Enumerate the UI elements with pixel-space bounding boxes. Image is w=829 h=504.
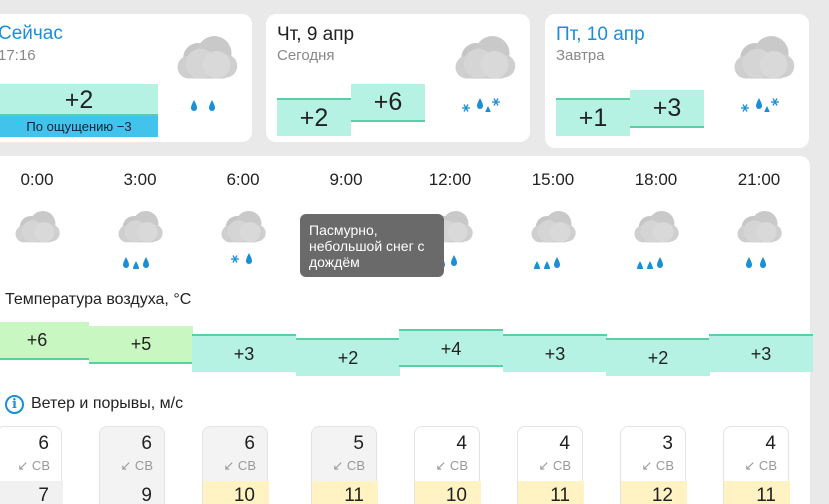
today-subtitle: Сегодня bbox=[277, 47, 335, 64]
wind-speed: 6 bbox=[141, 433, 152, 454]
wind-direction: ↙ СВ bbox=[538, 458, 571, 473]
today-temp-low: +2 bbox=[277, 98, 351, 136]
wind-column: 5 ↙ СВ 11 bbox=[311, 426, 378, 504]
wind-section-title: Ветер и порывы, м/с bbox=[31, 395, 184, 412]
tomorrow-temp-high: +3 bbox=[630, 90, 704, 128]
info-icon[interactable]: i bbox=[5, 395, 24, 414]
current-weather-card[interactable]: Сейчас 17:16 +2 По ощущению −3 bbox=[0, 14, 252, 142]
temp-bar-0: +6 bbox=[0, 322, 89, 360]
wind-direction: ↙ СВ bbox=[744, 458, 777, 473]
tomorrow-title[interactable]: Пт, 10 апр bbox=[556, 24, 645, 46]
wind-direction: ↙ СВ bbox=[641, 458, 674, 473]
now-temperature: +2 bbox=[0, 84, 158, 116]
weather-tooltip: Пасмурно, небольшой снег с дождём bbox=[300, 214, 444, 277]
wind-column: 4 ↙ СВ 11 bbox=[723, 426, 790, 504]
wind-gust: 7 bbox=[38, 485, 49, 504]
wind-column: 6 ↙ СВ 9 bbox=[99, 426, 165, 504]
wind-gust: 11 bbox=[756, 485, 776, 504]
wind-gust: 12 bbox=[651, 485, 673, 504]
cloud-rain-icon[interactable] bbox=[626, 205, 686, 272]
now-time: 17:16 bbox=[0, 47, 36, 64]
wind-gust: 11 bbox=[550, 485, 570, 504]
cloud-rain-icon[interactable] bbox=[729, 205, 789, 269]
temp-bar-5: +3 bbox=[503, 334, 607, 372]
temp-bar-2: +3 bbox=[192, 334, 296, 372]
cloud-snow-rain-icon[interactable] bbox=[213, 205, 273, 269]
temperature-section-title: Температура воздуха, °C bbox=[5, 291, 192, 308]
wind-column: 4 ↙ СВ 11 bbox=[517, 426, 584, 504]
wind-column: 6 ↙ СВ 10 bbox=[202, 426, 269, 504]
feels-like: По ощущению −3 bbox=[0, 116, 158, 137]
wind-column: 3 ↙ СВ 12 bbox=[620, 426, 687, 504]
wind-gust: 10 bbox=[233, 485, 255, 504]
wind-speed: 4 bbox=[559, 433, 570, 454]
cloud-rain-icon bbox=[164, 28, 244, 111]
wind-direction: ↙ СВ bbox=[435, 458, 468, 473]
cloud-rain-icon[interactable] bbox=[523, 205, 583, 272]
cloud-rain-icon[interactable] bbox=[110, 205, 170, 272]
tomorrow-temp-low: +1 bbox=[556, 98, 630, 136]
hour-label: 15:00 bbox=[531, 170, 575, 189]
wind-speed: 5 bbox=[353, 433, 364, 454]
wind-gust: 11 bbox=[344, 485, 364, 504]
temp-bar-7: +3 bbox=[709, 334, 813, 372]
wind-speed: 4 bbox=[765, 433, 776, 454]
wind-direction: ↙ СВ bbox=[332, 458, 365, 473]
today-temp-high: +6 bbox=[351, 84, 425, 122]
tomorrow-card[interactable]: Пт, 10 апр Завтра +1 +3 bbox=[545, 14, 809, 148]
today-title[interactable]: Чт, 9 апр bbox=[277, 24, 354, 46]
wind-speed: 6 bbox=[244, 433, 255, 454]
temp-bar-3: +2 bbox=[296, 338, 400, 376]
today-card[interactable]: Чт, 9 апр Сегодня +2 +6 bbox=[266, 14, 530, 142]
now-title[interactable]: Сейчас bbox=[0, 23, 63, 45]
wind-direction: ↙ СВ bbox=[223, 458, 256, 473]
cloud-snow-rain-icon bbox=[721, 28, 801, 117]
temp-bar-6: +2 bbox=[606, 338, 710, 376]
wind-gust: 9 bbox=[141, 485, 152, 504]
hour-label: 21:00 bbox=[737, 170, 781, 189]
hour-label: 6:00 bbox=[226, 170, 260, 189]
hour-label: 18:00 bbox=[634, 170, 678, 189]
wind-speed: 3 bbox=[662, 433, 673, 454]
cloud-snow-rain-icon bbox=[442, 28, 522, 117]
hour-label: 12:00 bbox=[428, 170, 472, 189]
wind-speed: 4 bbox=[456, 433, 467, 454]
hour-label: 9:00 bbox=[329, 170, 363, 189]
wind-column: 4 ↙ СВ 10 bbox=[414, 426, 481, 504]
temp-bar-4: +4 bbox=[399, 329, 503, 367]
wind-direction: ↙ СВ bbox=[17, 458, 50, 473]
wind-speed: 6 bbox=[38, 433, 49, 454]
temp-bar-1: +5 bbox=[89, 326, 193, 364]
cloud-icon[interactable] bbox=[7, 205, 67, 269]
hour-label: 3:00 bbox=[123, 170, 157, 189]
wind-gust: 10 bbox=[445, 485, 467, 504]
tomorrow-subtitle: Завтра bbox=[556, 47, 605, 64]
wind-column: 6 ↙ СВ 7 bbox=[0, 426, 63, 504]
hour-label: 0:00 bbox=[20, 170, 54, 189]
wind-direction: ↙ СВ bbox=[120, 458, 153, 473]
